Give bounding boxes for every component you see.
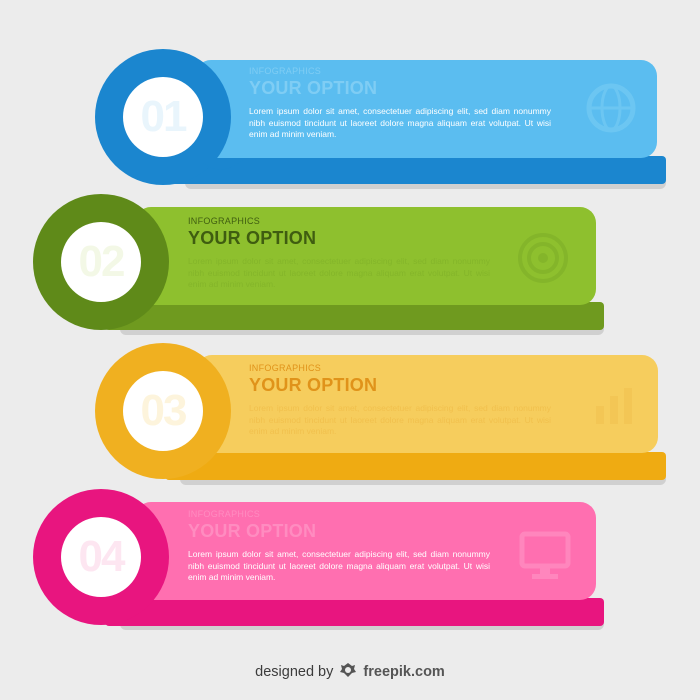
option-body-4: Lorem ipsum dolor sit amet, consectetuer… [188, 549, 490, 582]
attribution: designed by freepik.com [0, 662, 700, 680]
option-card-4: 04 INFOGRAPHICS YOUR OPTION Lorem ipsum … [0, 0, 700, 700]
option-title-4: YOUR OPTION [188, 521, 317, 541]
credit-brand: freepik.com [363, 664, 445, 680]
option-number-4: 04 [78, 532, 126, 581]
option-kicker-4: INFOGRAPHICS [188, 509, 261, 519]
credit-prefix: designed by [255, 664, 334, 680]
freepik-logo-icon [340, 663, 357, 677]
banner-shape-4 [33, 489, 604, 630]
monitor-icon [519, 531, 571, 579]
